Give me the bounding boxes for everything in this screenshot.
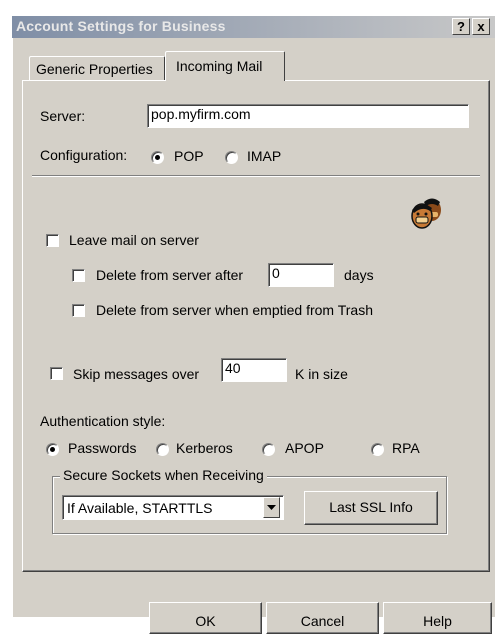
leave-mail-label: Leave mail on server [69, 232, 199, 248]
apop-label: APOP [285, 440, 324, 456]
delete-after-checkbox[interactable] [72, 269, 85, 282]
radio-imap[interactable] [225, 151, 238, 164]
skip-messages-checkbox[interactable] [50, 367, 63, 380]
skip-messages-label: Skip messages over [73, 366, 200, 382]
tab-generic-properties[interactable]: Generic Properties [29, 56, 165, 80]
close-button[interactable]: x [472, 18, 490, 35]
help-button[interactable]: Help [383, 602, 492, 634]
passwords-label: Passwords [68, 440, 137, 456]
days-label: days [344, 267, 374, 283]
radio-passwords[interactable] [46, 443, 59, 456]
ssl-mode-select[interactable]: If Available, STARTTLS [62, 495, 284, 520]
ssl-group-title: Secure Sockets when Receiving [60, 467, 267, 483]
radio-apop[interactable] [262, 443, 275, 456]
radio-pop[interactable] [151, 151, 164, 164]
auth-style-label: Authentication style: [40, 413, 166, 429]
chevron-down-icon [267, 505, 276, 510]
title-bar: Account Settings for Business ? x [12, 16, 495, 38]
help-title-button[interactable]: ? [452, 18, 470, 35]
radio-kerberos[interactable] [156, 443, 169, 456]
radio-rpa[interactable] [371, 443, 384, 456]
users-icon [408, 196, 444, 235]
last-ssl-info-button[interactable]: Last SSL Info [304, 491, 438, 525]
delete-after-days-field[interactable]: 0 [268, 263, 334, 287]
radio-pop-dot [155, 155, 160, 160]
ssl-mode-value: If Available, STARTTLS [67, 500, 213, 516]
ok-button[interactable]: OK [149, 602, 262, 634]
configuration-label: Configuration: [40, 147, 128, 163]
skip-size-field[interactable]: 40 [221, 358, 287, 382]
imap-label: IMAP [247, 148, 282, 164]
server-field[interactable]: pop.myfirm.com [147, 104, 469, 128]
radio-passwords-dot [50, 447, 55, 452]
cancel-button[interactable]: Cancel [266, 602, 379, 634]
rpa-label: RPA [392, 440, 420, 456]
delete-trash-label: Delete from server when emptied from Tra… [96, 302, 373, 318]
leave-mail-checkbox[interactable] [46, 234, 59, 247]
delete-after-label: Delete from server after [96, 267, 244, 283]
window-title: Account Settings for Business [16, 18, 226, 34]
size-unit-label: K in size [295, 366, 348, 382]
pop-label: POP [174, 148, 204, 164]
kerberos-label: Kerberos [176, 440, 233, 456]
separator [32, 175, 480, 177]
ssl-dropdown-button[interactable] [263, 497, 280, 518]
tab-incoming-mail[interactable]: Incoming Mail [165, 51, 285, 81]
server-label: Server: [40, 108, 86, 124]
delete-trash-checkbox[interactable] [72, 304, 85, 317]
